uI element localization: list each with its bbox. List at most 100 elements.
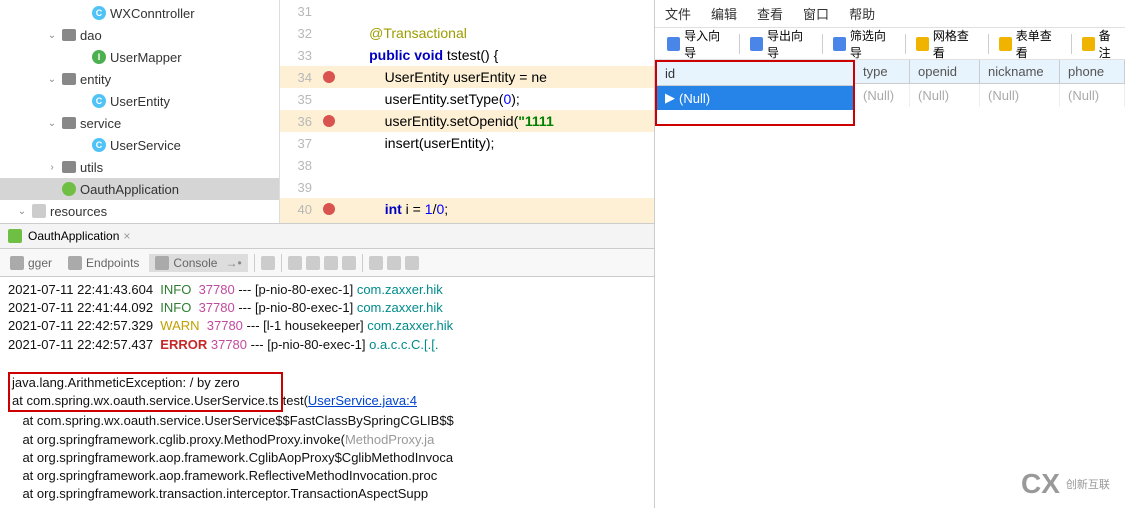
tree-item-wxconntroller[interactable]: C WXConntroller [0,2,279,24]
cell-openid[interactable]: (Null) [910,84,980,107]
db-tool-0[interactable]: 导入向导 [663,25,733,63]
toolbar-button[interactable] [261,256,275,270]
run-tab-bar: OauthApplication × [0,223,654,249]
expand-icon[interactable] [76,139,88,151]
db-tool-5[interactable]: 备注 [1078,25,1125,63]
menu-帮助[interactable]: 帮助 [849,4,875,23]
code-text: @Transactional [338,25,654,41]
expand-icon[interactable] [46,183,58,195]
stacktrace-link[interactable]: UserService.java:4 [308,393,417,408]
console-tab-gger[interactable]: gger [4,254,58,272]
close-icon[interactable]: × [123,229,130,243]
cell-nickname[interactable]: (Null) [980,84,1060,107]
cell-phone[interactable]: (Null) [1060,84,1125,107]
breakpoint-gutter[interactable] [320,71,338,83]
expand-icon[interactable] [76,51,88,63]
project-tree[interactable]: C WXConntroller ⌄ dao I UserMapper ⌄ ent… [0,0,280,223]
tree-item-service[interactable]: ⌄ service [0,112,279,134]
toolbar-button[interactable] [405,256,419,270]
tree-item-dao[interactable]: ⌄ dao [0,24,279,46]
column-header-phone[interactable]: phone [1060,60,1125,83]
folder-icon [62,29,76,41]
expand-icon[interactable] [76,7,88,19]
tree-label: service [80,116,121,131]
cell-type[interactable]: (Null) [855,84,910,107]
line-number: 39 [280,180,320,195]
code-line-32[interactable]: 32 @Transactional [280,22,654,44]
c-icon: C [92,94,106,108]
expand-icon[interactable]: ⌄ [46,117,58,129]
db-tool-3[interactable]: 网格查看 [912,25,982,63]
tool-icon [1082,37,1095,51]
stacktrace-link[interactable]: MethodProxy.ja [345,432,434,447]
cell-id-null[interactable]: ▶ (Null) [657,86,853,110]
column-header-type[interactable]: type [855,60,910,83]
breakpoint-icon[interactable] [323,71,335,83]
code-line-31[interactable]: 31 [280,0,654,22]
db-tool-2[interactable]: 筛选向导 [829,25,899,63]
toolbar-button[interactable] [369,256,383,270]
expand-icon[interactable]: ⌄ [16,205,28,217]
code-editor[interactable]: 31 32 @Transactional33 public void tstes… [280,0,654,223]
tree-item-usermapper[interactable]: I UserMapper [0,46,279,68]
tree-item-userentity[interactable]: C UserEntity [0,90,279,112]
exception-highlight: java.lang.ArithmeticException: / by zero… [8,372,646,412]
menu-编辑[interactable]: 编辑 [711,4,737,23]
breakpoint-icon[interactable] [323,203,335,215]
toolbar-button[interactable] [324,256,338,270]
tree-item-resources[interactable]: ⌄ resources [0,200,279,222]
run-tab-title[interactable]: OauthApplication [28,229,119,243]
code-line-37[interactable]: 37 insert(userEntity); [280,132,654,154]
c-icon: C [92,6,106,20]
code-line-36[interactable]: 36 userEntity.setOpenid("1111 [280,110,654,132]
console-tab-console[interactable]: Console→• [149,254,247,272]
code-line-35[interactable]: 35 userEntity.setType(0); [280,88,654,110]
line-number: 37 [280,136,320,151]
menu-查看[interactable]: 查看 [757,4,783,23]
line-number: 32 [280,26,320,41]
breakpoint-icon[interactable] [323,115,335,127]
stack-line: at org.springframework.aop.framework.Ref… [8,467,646,485]
code-line-39[interactable]: 39 [280,176,654,198]
toolbar-button[interactable] [342,256,356,270]
db-tool-4[interactable]: 表单查看 [995,25,1065,63]
code-line-40[interactable]: 40 int i = 1/0; [280,198,654,220]
stack-line: at org.springframework.cglib.proxy.Metho… [8,431,646,449]
tree-item-entity[interactable]: ⌄ entity [0,68,279,90]
menu-文件[interactable]: 文件 [665,4,691,23]
toolbar-button[interactable] [306,256,320,270]
toolbar-button[interactable] [387,256,401,270]
tree-label: utils [80,160,103,175]
column-header-openid[interactable]: openid [910,60,980,83]
expand-icon[interactable]: ⌄ [46,73,58,85]
tree-item-utils[interactable]: › utils [0,156,279,178]
c-icon: C [92,138,106,152]
toolbar-button[interactable] [288,256,302,270]
db-toolbar: 导入向导导出向导筛选向导网格查看表单查看备注 [655,28,1125,60]
code-text: userEntity.setType(0); [338,91,654,107]
console-output[interactable]: 2021-07-11 22:41:43.604 INFO 37780 --- [… [0,277,654,508]
db-tool-1[interactable]: 导出向导 [746,25,816,63]
column-header-nickname[interactable]: nickname [980,60,1060,83]
folder-icon [62,161,76,173]
code-text: userEntity.setOpenid("1111 [338,113,654,129]
tree-label: UserMapper [110,50,182,65]
expand-icon[interactable]: ⌄ [46,29,58,41]
log-line: 2021-07-11 22:42:57.437 ERROR 37780 --- … [8,336,646,354]
app-icon [62,182,76,196]
breakpoint-gutter[interactable] [320,115,338,127]
menu-窗口[interactable]: 窗口 [803,4,829,23]
i-icon: I [92,50,106,64]
code-line-38[interactable]: 38 [280,154,654,176]
code-line-33[interactable]: 33 public void tstest() { [280,44,654,66]
expand-icon[interactable] [76,95,88,107]
line-number: 33 [280,48,320,63]
expand-icon[interactable]: › [46,161,58,173]
breakpoint-gutter[interactable] [320,203,338,215]
console-tab-endpoints[interactable]: Endpoints [62,254,145,272]
column-header-id[interactable]: id [657,62,853,86]
tree-item-userservice[interactable]: C UserService [0,134,279,156]
tab-icon [68,256,82,270]
tree-item-oauthapplication[interactable]: OauthApplication [0,178,279,200]
code-line-34[interactable]: 34 UserEntity userEntity = ne [280,66,654,88]
